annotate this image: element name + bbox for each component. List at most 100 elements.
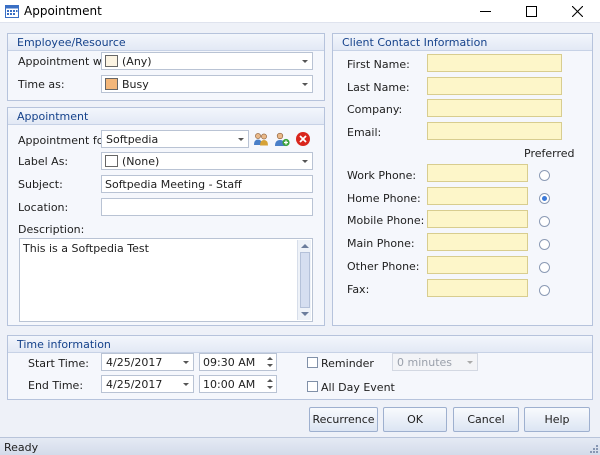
spinner-arrows-icon[interactable]	[266, 377, 274, 391]
first-name-input[interactable]	[427, 54, 562, 72]
mobile-phone-input[interactable]	[427, 210, 528, 228]
time-as-value: Busy	[122, 78, 149, 91]
scroll-down-icon[interactable]	[301, 312, 309, 316]
remove-icon[interactable]	[295, 131, 311, 147]
end-time-label: End Time:	[28, 379, 84, 392]
preferred-label: Preferred	[524, 147, 575, 160]
all-day-event-checkbox[interactable]	[307, 381, 318, 392]
time-information-group: Time information	[7, 335, 593, 400]
end-date-picker[interactable]: 4/25/2017	[101, 375, 194, 393]
description-value: This is a Softpedia Test	[23, 242, 149, 255]
cancel-button[interactable]: Cancel	[453, 407, 519, 432]
chevron-down-icon	[302, 83, 308, 86]
first-name-label: First Name:	[347, 58, 410, 71]
other-phone-input[interactable]	[427, 256, 528, 274]
label-as-value: (None)	[122, 155, 160, 168]
maximize-icon	[525, 5, 537, 17]
close-icon	[571, 5, 583, 17]
main-phone-label: Main Phone:	[347, 237, 415, 250]
time-information-header: Time information	[8, 336, 592, 353]
work-phone-input[interactable]	[427, 164, 528, 182]
fax-preferred-radio[interactable]	[539, 285, 550, 296]
minimize-button[interactable]	[462, 0, 508, 22]
chevron-down-icon	[302, 60, 308, 63]
home-phone-label: Home Phone:	[347, 192, 421, 205]
end-time-spinner[interactable]: 10:00 AM	[199, 375, 277, 393]
other-phone-label: Other Phone:	[347, 260, 420, 273]
main-phone-input[interactable]	[427, 233, 528, 251]
email-label: Email:	[347, 126, 382, 139]
start-time-label: Start Time:	[28, 357, 89, 370]
description-textarea[interactable]: This is a Softpedia Test	[19, 238, 313, 322]
subject-label: Subject:	[18, 178, 63, 191]
fax-input[interactable]	[427, 279, 528, 297]
resize-grip-icon[interactable]	[588, 443, 598, 453]
window-title: Appointment	[24, 4, 102, 18]
location-input[interactable]	[101, 198, 313, 216]
scroll-thumb[interactable]	[300, 252, 310, 308]
mobile-phone-label: Mobile Phone:	[347, 214, 425, 227]
employee-resource-header: Employee/Resource	[8, 34, 324, 51]
reminder-checkbox[interactable]	[307, 357, 318, 368]
start-time-value: 09:30 AM	[203, 356, 256, 369]
label-as-swatch	[105, 155, 118, 167]
all-day-event-label: All Day Event	[321, 381, 395, 394]
mobile-phone-preferred-radio[interactable]	[539, 216, 550, 227]
chevron-down-icon	[467, 361, 473, 364]
spinner-arrows-icon[interactable]	[266, 355, 274, 369]
description-scrollbar[interactable]	[297, 240, 311, 320]
appointment-with-value: (Any)	[122, 55, 152, 68]
other-phone-preferred-radio[interactable]	[539, 262, 550, 273]
description-label: Description:	[18, 223, 85, 236]
time-as-select[interactable]: Busy	[101, 75, 313, 93]
email-input[interactable]	[427, 122, 562, 140]
reminder-select[interactable]: 0 minutes	[392, 353, 478, 371]
chevron-down-icon	[183, 383, 189, 386]
work-phone-label: Work Phone:	[347, 169, 417, 182]
close-window-button[interactable]	[554, 0, 600, 22]
time-as-swatch	[105, 78, 118, 90]
last-name-label: Last Name:	[347, 81, 410, 94]
company-input[interactable]	[427, 99, 562, 117]
reminder-label: Reminder	[321, 357, 374, 370]
appointment-for-value: Softpedia	[106, 133, 159, 146]
status-bar: Ready	[0, 437, 600, 455]
location-label: Location:	[18, 201, 69, 214]
reminder-value: 0 minutes	[397, 356, 453, 369]
home-phone-input[interactable]	[427, 187, 528, 205]
help-button[interactable]: Help	[524, 407, 590, 432]
add-user-icon[interactable]	[274, 131, 290, 147]
start-time-spinner[interactable]: 09:30 AM	[199, 353, 277, 371]
minimize-icon	[479, 10, 491, 12]
work-phone-preferred-radio[interactable]	[539, 170, 550, 181]
title-bar: Appointment	[0, 0, 600, 22]
company-label: Company:	[347, 103, 403, 116]
last-name-input[interactable]	[427, 77, 562, 95]
chevron-down-icon	[238, 138, 244, 141]
appointment-with-swatch	[105, 55, 118, 67]
subject-input[interactable]: Softpedia Meeting - Staff	[101, 175, 313, 193]
time-as-label: Time as:	[18, 78, 65, 91]
recurrence-button[interactable]: Recurrence	[309, 407, 378, 432]
label-as-label: Label As:	[18, 155, 69, 168]
ok-button[interactable]: OK	[383, 407, 447, 432]
appointment-for-label: Appointment for:	[18, 134, 112, 147]
maximize-button[interactable]	[508, 0, 554, 22]
end-date-value: 4/25/2017	[106, 378, 163, 391]
start-date-value: 4/25/2017	[106, 356, 163, 369]
start-date-picker[interactable]: 4/25/2017	[101, 353, 194, 371]
home-phone-preferred-radio[interactable]	[539, 193, 550, 204]
chevron-down-icon	[183, 361, 189, 364]
users-icon[interactable]	[253, 131, 269, 147]
fax-label: Fax:	[347, 283, 370, 296]
client-contact-header: Client Contact Information	[333, 34, 592, 51]
chevron-down-icon	[302, 160, 308, 163]
scroll-up-icon[interactable]	[301, 244, 309, 248]
end-time-value: 10:00 AM	[203, 378, 256, 391]
main-phone-preferred-radio[interactable]	[539, 239, 550, 250]
appointment-header: Appointment	[8, 108, 324, 125]
label-as-select[interactable]: (None)	[101, 152, 313, 170]
appointment-with-select[interactable]: (Any)	[101, 52, 313, 70]
appointment-for-select[interactable]: Softpedia	[101, 130, 249, 148]
status-text: Ready	[4, 441, 39, 454]
